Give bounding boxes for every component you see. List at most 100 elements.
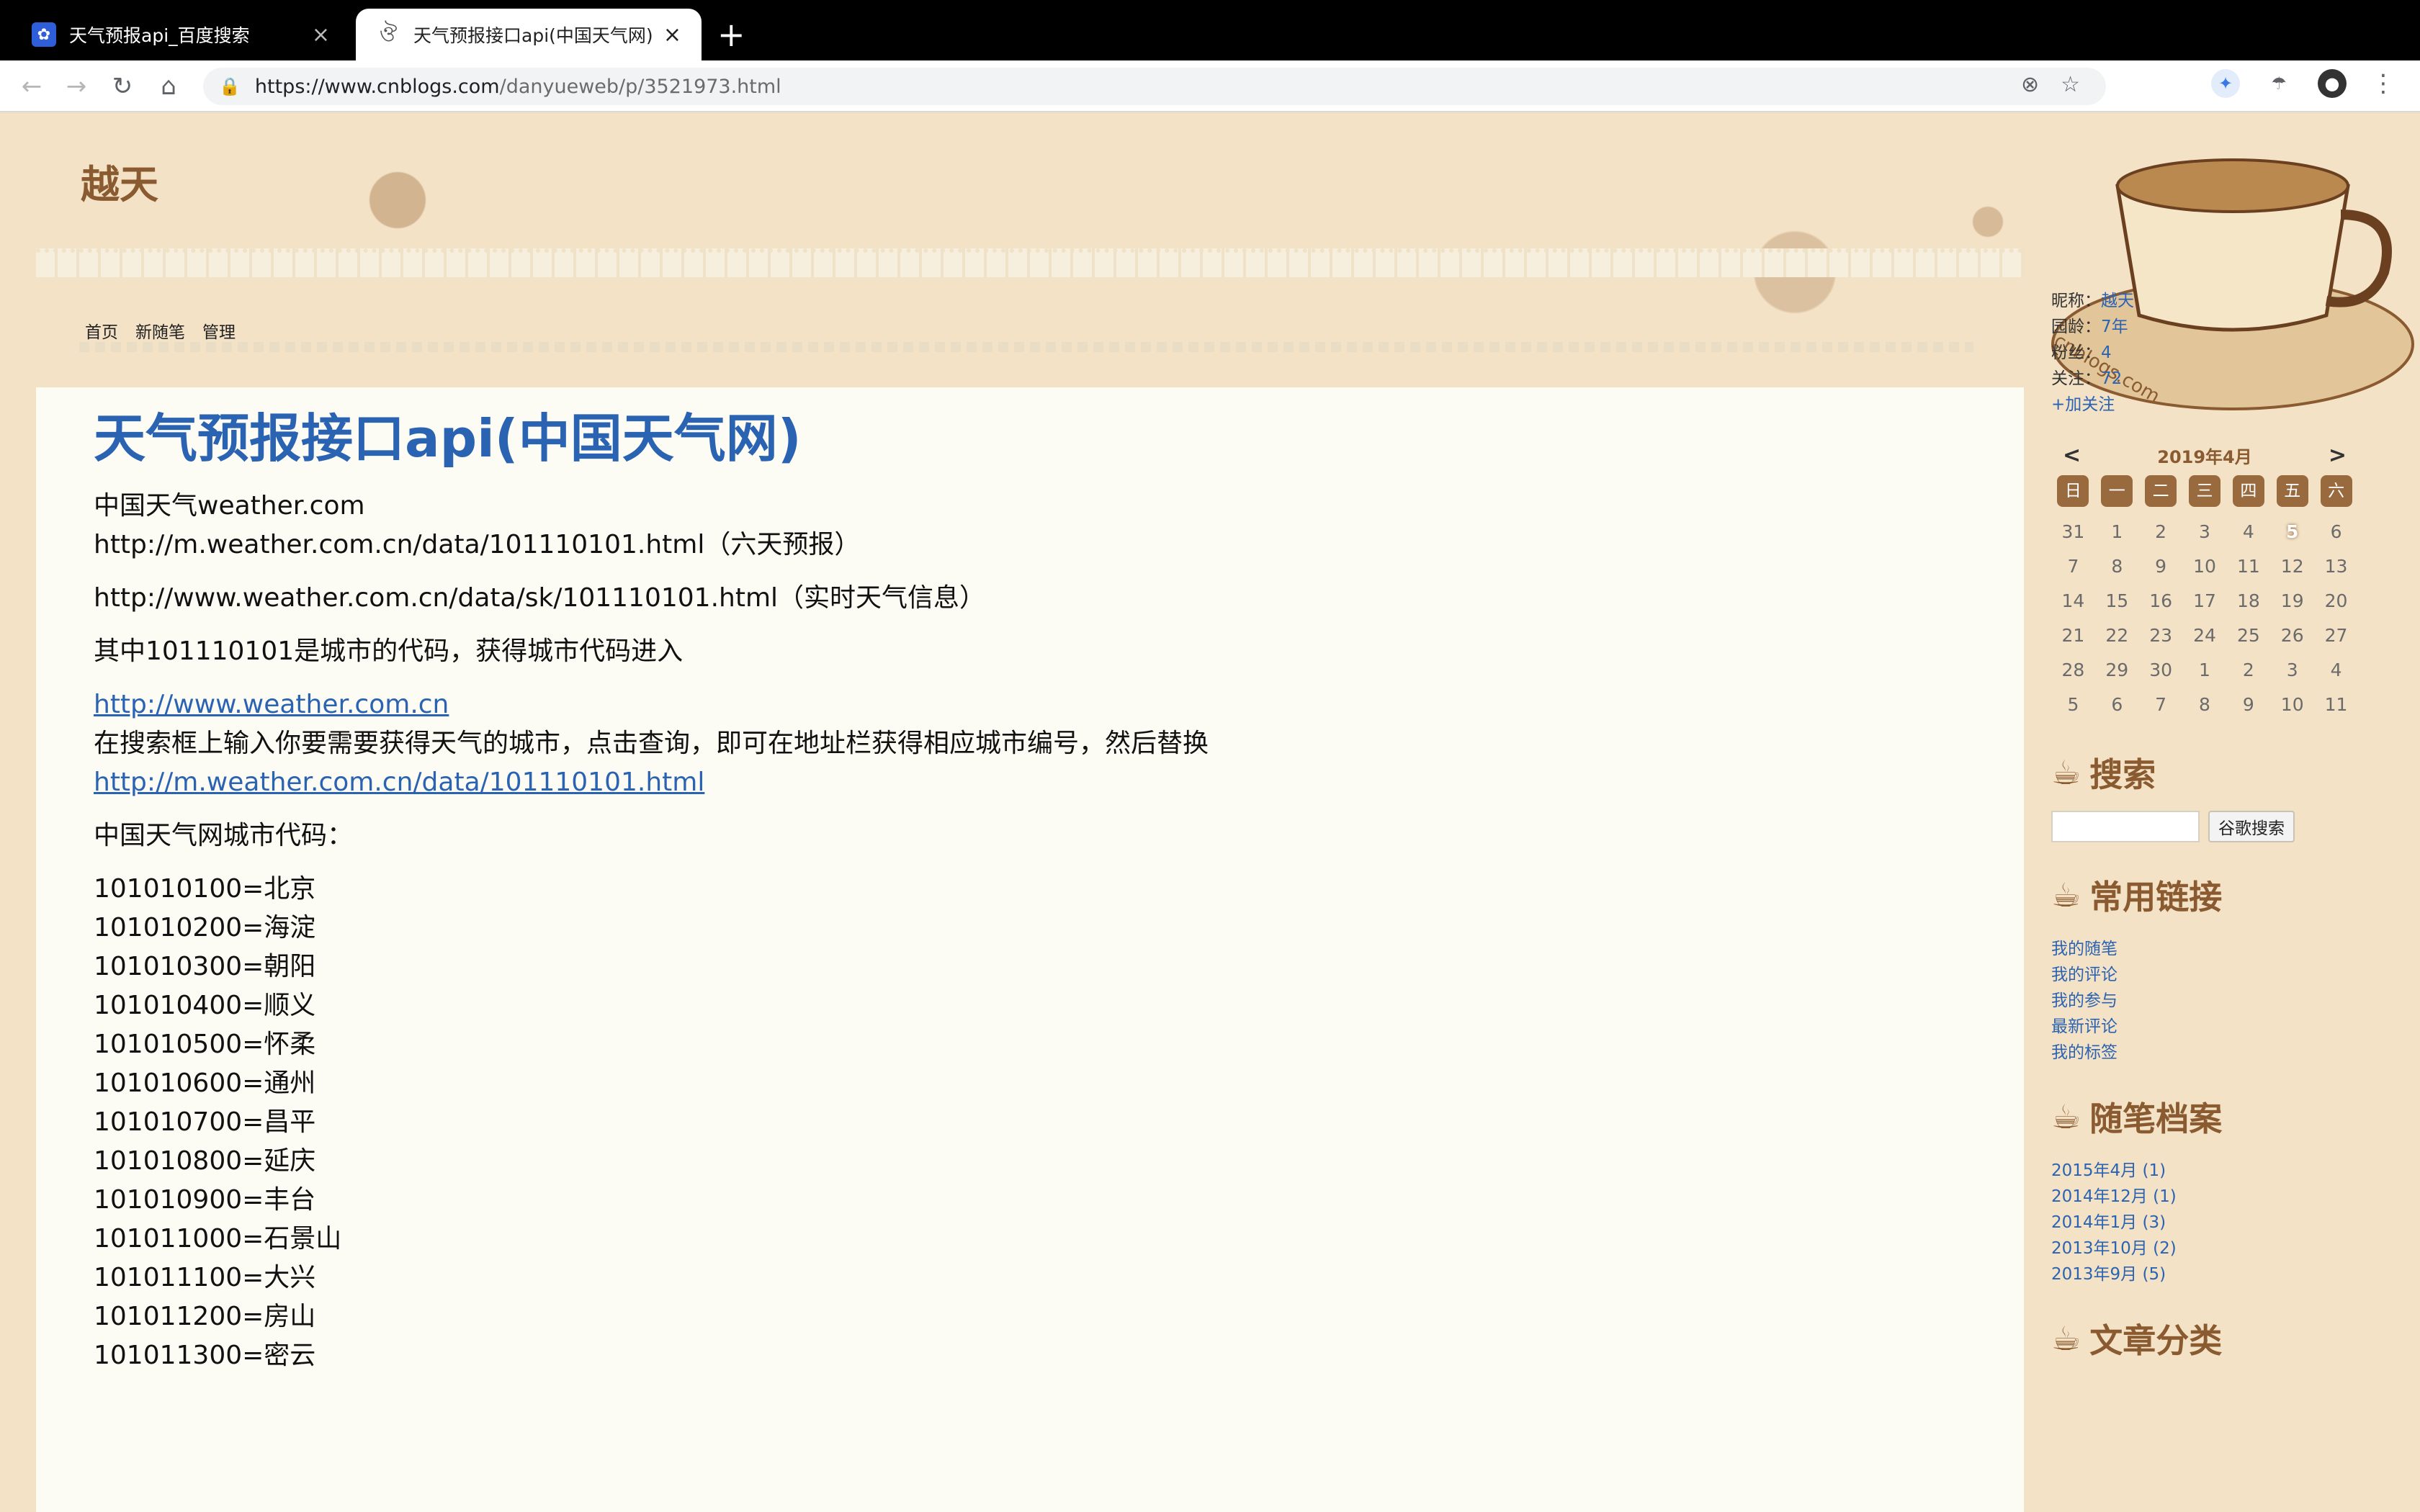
calendar-day[interactable]: 3 bbox=[2270, 655, 2314, 685]
calendar-day[interactable]: 5 bbox=[2051, 690, 2095, 720]
calendar-day[interactable]: 21 bbox=[2051, 621, 2095, 651]
calendar-day[interactable]: 7 bbox=[2139, 690, 2183, 720]
extension-compass-icon[interactable]: ✦ bbox=[2211, 69, 2240, 98]
calendar-weekday: 一 bbox=[2101, 475, 2133, 507]
common-links-list: 我的随笔 我的评论 我的参与 最新评论 我的标签 bbox=[2051, 935, 2397, 1064]
reload-icon[interactable]: ↻ bbox=[107, 71, 138, 102]
close-icon[interactable]: × bbox=[312, 22, 330, 48]
google-search-button[interactable]: 谷歌搜索 bbox=[2208, 811, 2295, 842]
common-link[interactable]: 我的随笔 bbox=[2051, 935, 2397, 960]
calendar-day[interactable]: 1 bbox=[2095, 517, 2139, 547]
weather-site-link[interactable]: http://www.weather.com.cn bbox=[94, 685, 1894, 724]
calendar-day[interactable]: 15 bbox=[2095, 586, 2139, 616]
tab-baidu-search[interactable]: ✿ 天气预报api_百度搜索 × bbox=[12, 9, 350, 60]
calendar-day[interactable]: 24 bbox=[2183, 621, 2227, 651]
post-title[interactable]: 天气预报接口api(中国天气网) bbox=[94, 396, 802, 472]
post-text: http://m.weather.com.cn/data/101110101.h… bbox=[94, 530, 861, 559]
calendar-day[interactable]: 4 bbox=[2226, 517, 2270, 547]
blog-title[interactable]: 越天 bbox=[81, 153, 158, 210]
calendar-day[interactable]: 26 bbox=[2270, 621, 2314, 651]
weather-data-link[interactable]: http://m.weather.com.cn/data/101110101.h… bbox=[94, 763, 1894, 802]
menu-dots-icon[interactable]: ⋮ bbox=[2371, 69, 2396, 98]
archive-link[interactable]: 2015年4月 (1) bbox=[2051, 1156, 2397, 1182]
calendar-day[interactable]: 16 bbox=[2139, 586, 2183, 616]
profile-value[interactable]: 4 bbox=[2101, 343, 2112, 362]
common-link[interactable]: 最新评论 bbox=[2051, 1012, 2397, 1038]
profile-block: 昵称：越天 园龄：7年 粉丝：4 关注：72 +加关注 bbox=[2051, 287, 2397, 416]
calendar-day[interactable]: 11 bbox=[2226, 552, 2270, 582]
calendar-day[interactable]: 18 bbox=[2226, 586, 2270, 616]
common-link[interactable]: 我的标签 bbox=[2051, 1038, 2397, 1064]
search-input[interactable] bbox=[2051, 811, 2200, 842]
calendar-day[interactable]: 7 bbox=[2051, 552, 2095, 582]
home-icon[interactable]: ⌂ bbox=[153, 71, 184, 102]
calendar-day[interactable]: 6 bbox=[2095, 690, 2139, 720]
calendar-next-button[interactable]: > bbox=[2329, 443, 2347, 468]
calendar-day[interactable]: 6 bbox=[2314, 517, 2358, 547]
sidebar: 昵称：越天 园龄：7年 粉丝：4 关注：72 +加关注 < 2019年4月 > … bbox=[2051, 287, 2397, 1362]
calendar-day[interactable]: 19 bbox=[2270, 586, 2314, 616]
calendar-day[interactable]: 1 bbox=[2183, 655, 2227, 685]
nav-home-link[interactable]: 首页 bbox=[85, 318, 118, 343]
calendar-day[interactable]: 10 bbox=[2183, 552, 2227, 582]
calendar-day[interactable]: 5 bbox=[2270, 517, 2314, 547]
profile-value[interactable]: 越天 bbox=[2101, 292, 2134, 310]
calendar-day[interactable]: 9 bbox=[2226, 690, 2270, 720]
heading-text: 随笔档案 bbox=[2089, 1099, 2223, 1138]
calendar-day[interactable]: 9 bbox=[2139, 552, 2183, 582]
profile-value[interactable]: 72 bbox=[2101, 369, 2122, 388]
extension-umbrella-icon[interactable]: ☂ bbox=[2264, 69, 2293, 98]
archive-link[interactable]: 2013年10月 (2) bbox=[2051, 1234, 2397, 1260]
nav-new-post-link[interactable]: 新随笔 bbox=[135, 318, 185, 343]
calendar-day[interactable]: 4 bbox=[2314, 655, 2358, 685]
calendar-day[interactable]: 10 bbox=[2270, 690, 2314, 720]
post-body: 中国天气weather.com http://m.weather.com.cn/… bbox=[94, 487, 1894, 1390]
calendar-day[interactable]: 25 bbox=[2226, 621, 2270, 651]
profile-avatar-icon[interactable]: ● bbox=[2318, 69, 2347, 98]
coffee-cup-icon: ☕ bbox=[2051, 1319, 2081, 1358]
calendar-day[interactable]: 11 bbox=[2314, 690, 2358, 720]
calendar-weekday: 六 bbox=[2320, 475, 2352, 507]
torn-paper-divider bbox=[79, 342, 1973, 352]
calendar-day[interactable]: 8 bbox=[2095, 552, 2139, 582]
common-link[interactable]: 我的评论 bbox=[2051, 960, 2397, 986]
bookmark-star-icon[interactable]: ☆ bbox=[2061, 72, 2080, 97]
calendar-day[interactable]: 14 bbox=[2051, 586, 2095, 616]
calendar-day[interactable]: 28 bbox=[2051, 655, 2095, 685]
profile-label: 昵称： bbox=[2051, 292, 2101, 310]
calendar-day[interactable]: 2 bbox=[2139, 517, 2183, 547]
calendar-day[interactable]: 3 bbox=[2183, 517, 2227, 547]
tab-title: 天气预报接口api(中国天气网) - bbox=[413, 25, 653, 46]
nav-admin-link[interactable]: 管理 bbox=[202, 318, 236, 343]
city-code-item: 101010400=顺义 bbox=[94, 991, 316, 1020]
follow-button[interactable]: +加关注 bbox=[2051, 390, 2397, 416]
calendar-day[interactable]: 12 bbox=[2270, 552, 2314, 582]
post-text: http://www.weather.com.cn/data/sk/101110… bbox=[94, 583, 986, 613]
calendar-day[interactable]: 22 bbox=[2095, 621, 2139, 651]
calendar-prev-button[interactable]: < bbox=[2063, 443, 2081, 468]
tab-cnblogs-post[interactable]: ঔ 天气预报接口api(中国天气网) - × bbox=[356, 9, 702, 60]
calendar-day[interactable]: 17 bbox=[2183, 586, 2227, 616]
calendar-day[interactable]: 13 bbox=[2314, 552, 2358, 582]
calendar-day[interactable]: 30 bbox=[2139, 655, 2183, 685]
address-bar[interactable]: 🔒 https://www.cnblogs.com/danyueweb/p/35… bbox=[203, 68, 2106, 105]
archive-link[interactable]: 2014年1月 (3) bbox=[2051, 1208, 2397, 1234]
profile-value[interactable]: 7年 bbox=[2101, 318, 2128, 336]
calendar-day[interactable]: 20 bbox=[2314, 586, 2358, 616]
close-icon[interactable]: × bbox=[663, 22, 681, 48]
profile-fans: 粉丝：4 bbox=[2051, 338, 2397, 364]
calendar-day[interactable]: 2 bbox=[2226, 655, 2270, 685]
calendar-day[interactable]: 31 bbox=[2051, 517, 2095, 547]
new-tab-button[interactable]: + bbox=[717, 16, 745, 53]
archive-link[interactable]: 2014年12月 (1) bbox=[2051, 1182, 2397, 1208]
calendar-day[interactable]: 29 bbox=[2095, 655, 2139, 685]
forward-icon[interactable]: → bbox=[60, 71, 92, 102]
city-code-item: 101011100=大兴 bbox=[94, 1263, 316, 1292]
common-link[interactable]: 我的参与 bbox=[2051, 986, 2397, 1012]
back-icon[interactable]: ← bbox=[16, 71, 48, 102]
archive-link[interactable]: 2013年9月 (5) bbox=[2051, 1260, 2397, 1286]
calendar-day[interactable]: 27 bbox=[2314, 621, 2358, 651]
translate-icon[interactable]: ⊗ bbox=[2021, 72, 2039, 97]
calendar-day[interactable]: 8 bbox=[2183, 690, 2227, 720]
calendar-day[interactable]: 23 bbox=[2139, 621, 2183, 651]
